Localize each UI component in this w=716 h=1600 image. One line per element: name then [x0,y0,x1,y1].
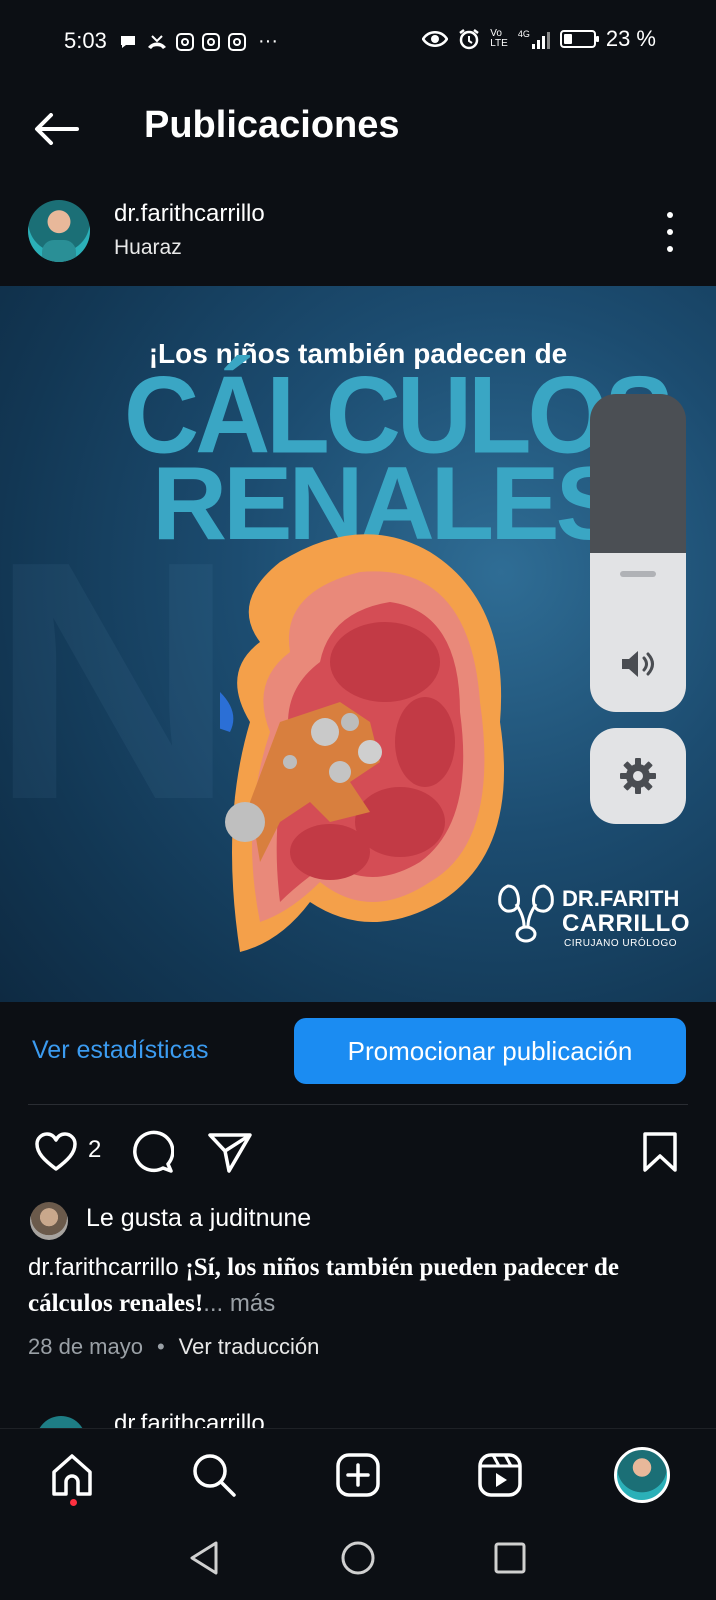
brand-name-1: DR.FARITH [562,886,680,911]
eye-icon [422,31,449,47]
liker-avatar [30,1202,68,1240]
reels-icon [478,1453,522,1497]
post-meta: 28 de mayo • Ver traducción [28,1334,319,1360]
author-avatar[interactable] [28,200,90,262]
search-icon [193,1454,236,1497]
page-title: Publicaciones [144,104,400,146]
promote-post-button[interactable]: Promocionar publicación [294,1018,686,1084]
urology-logo-icon [498,884,554,943]
heart-icon [35,1132,77,1171]
instagram-notification-icon [176,32,194,51]
missed-call-icon [148,34,166,49]
more-vertical-icon [667,212,673,218]
top-app-bar: Publicaciones [0,84,716,174]
volume-slider[interactable] [590,394,686,712]
system-navigation-bar [0,1516,716,1600]
save-button[interactable] [636,1128,684,1176]
caption-more-link[interactable]: ... más [203,1290,275,1317]
post-header: dr.farithcarrillo Huaraz [0,192,716,274]
battery-icon [559,30,599,48]
post-location[interactable]: Huaraz [114,236,182,260]
back-button[interactable] [30,106,82,152]
brand-logo: DR.FARITH CARRILLO CIRUJANO URÓLOGO [496,880,696,960]
signal-icon: 4G [518,29,550,49]
send-icon [208,1133,252,1173]
system-recents-button[interactable] [490,1538,530,1578]
bookmark-icon [643,1132,677,1172]
next-post-username[interactable]: dr.farithcarrillo [114,1412,265,1428]
caption-username[interactable]: dr.farithcarrillo [28,1254,179,1281]
circle-home-icon [341,1541,375,1575]
system-home-button[interactable] [338,1538,378,1578]
author-username[interactable]: dr.farithcarrillo [114,200,265,228]
triangle-back-icon [190,1541,218,1575]
next-post-header: dr.farithcarrillo [0,1412,716,1428]
nav-create[interactable] [332,1449,384,1501]
bottom-navigation [0,1428,716,1517]
battery-percent: 23 % [605,26,656,51]
likes-count[interactable]: 2 [88,1136,101,1164]
system-back-button[interactable] [184,1538,224,1578]
comment-button[interactable] [128,1128,176,1176]
more-notifications-icon: ··· [258,30,278,52]
speaker-icon [622,651,654,677]
plus-square-icon [336,1453,380,1497]
volume-handle[interactable] [620,571,656,577]
meta-separator: • [156,1334,165,1359]
arrow-left-icon [35,113,79,145]
nav-home[interactable] [46,1449,98,1506]
alarm-icon [459,29,479,50]
post-caption[interactable]: dr.farithcarrillo ¡Sí, los niños también… [28,1250,696,1322]
brand-name-2: CARRILLO [562,910,690,937]
instagram-notification-icon [202,32,220,51]
nav-profile-avatar[interactable] [614,1447,670,1503]
liked-by-text[interactable]: Le gusta a juditnune [86,1204,311,1233]
gear-icon [620,758,656,794]
status-time: 5:03 [64,28,107,53]
brand-subtitle: CIRUJANO URÓLOGO [564,938,678,949]
volte-icon: Vo LTE [490,28,508,49]
home-icon [52,1454,92,1496]
status-right: Vo LTE 4G 23 % [422,26,656,52]
like-button[interactable] [32,1128,80,1176]
chat-bubble-icon [121,35,135,48]
volume-settings-button[interactable] [590,728,686,824]
view-insights-link[interactable]: Ver estadísticas [32,1036,208,1065]
square-recent-icon [494,1542,526,1574]
notification-icons: ··· [118,30,278,53]
share-button[interactable] [206,1128,254,1176]
comment-icon [133,1130,174,1173]
next-post-avatar[interactable] [36,1416,86,1428]
divider [28,1104,688,1105]
see-translation-link[interactable]: Ver traducción [179,1334,320,1360]
nav-search[interactable] [188,1449,240,1501]
post-date: 28 de mayo [28,1334,143,1359]
more-options-button[interactable] [660,212,680,252]
notification-dot [70,1499,77,1506]
nav-reels[interactable] [474,1449,526,1501]
kidney-illustration [220,534,504,952]
instagram-notification-icon [228,32,246,51]
status-bar: 5:03 ··· Vo LTE 4G 23 % [0,0,716,84]
